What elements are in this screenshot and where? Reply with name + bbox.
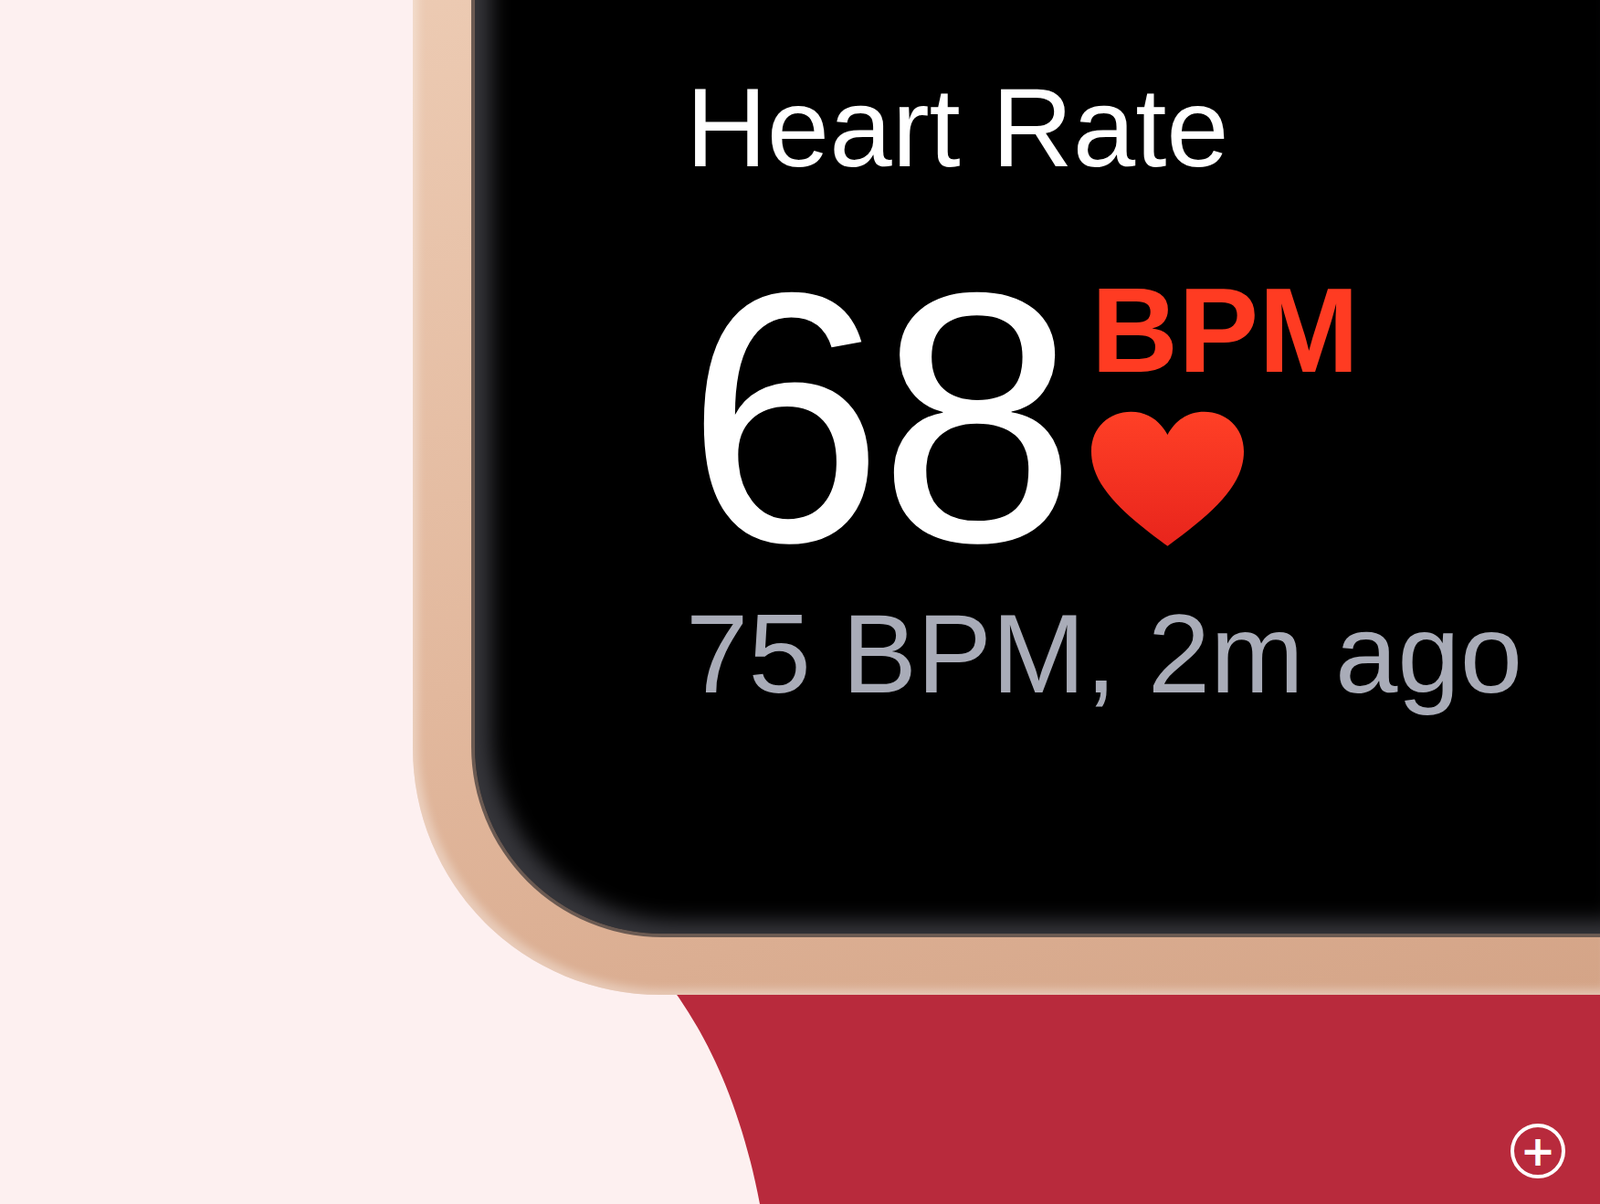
product-page: Heart Rate68BPM75 BPM, 2m ago+ (0, 0, 1600, 1204)
unit-column: BPM (1091, 239, 1359, 550)
watch-case: Heart Rate68BPM75 BPM, 2m ago (412, 0, 1600, 995)
bpm-value: 68 (685, 239, 1072, 596)
watch-screen: Heart Rate68BPM75 BPM, 2m ago (474, 0, 1600, 934)
bpm-unit: BPM (1091, 270, 1359, 391)
current-reading: 68BPM (685, 239, 1600, 596)
previous-reading: 75 BPM, 2m ago (685, 597, 1600, 710)
plus-icon: + (1520, 1129, 1557, 1172)
heart-icon (1091, 410, 1244, 550)
zoom-button[interactable]: + (1510, 1123, 1566, 1179)
heart-rate-title: Heart Rate (685, 71, 1600, 184)
